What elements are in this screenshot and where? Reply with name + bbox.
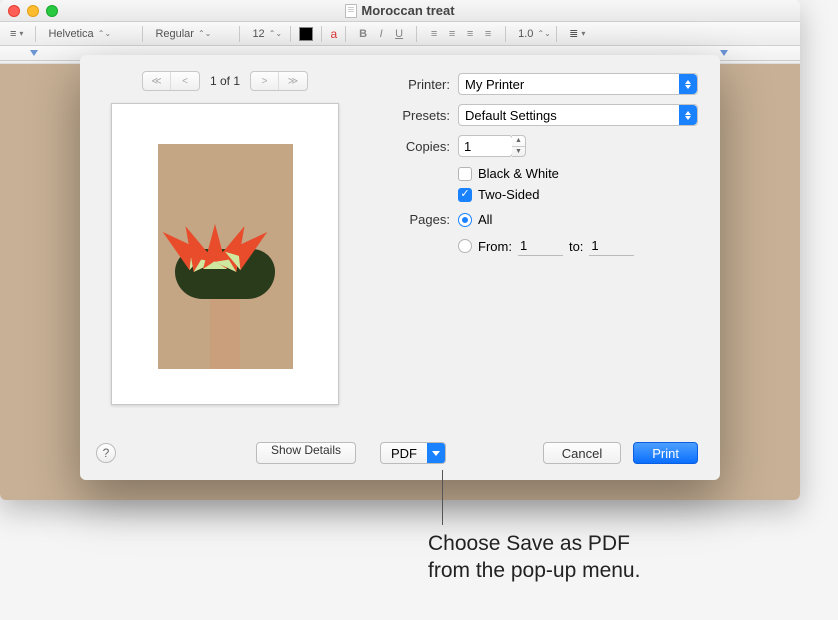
italic-button[interactable]: I: [372, 26, 390, 42]
dialog-options-pane: Printer: My Printer Presets: Default Set…: [370, 55, 720, 480]
pages-all-label: All: [478, 212, 492, 227]
pages-from-input[interactable]: [518, 236, 563, 256]
font-style-select[interactable]: Regular⌃⌄: [151, 25, 231, 43]
first-page-button[interactable]: ≪: [143, 72, 171, 90]
print-dialog: ≪ < 1 of 1 > ≫ ? Show Details: [80, 55, 720, 480]
window-title: Moroccan treat: [0, 3, 800, 18]
next-page-button[interactable]: >: [251, 72, 279, 90]
cancel-button[interactable]: Cancel: [543, 442, 621, 464]
page-counter: 1 of 1: [210, 74, 240, 88]
black-white-label: Black & White: [478, 166, 559, 181]
pdf-popup-button[interactable]: PDF: [380, 442, 446, 464]
paragraph-style-select[interactable]: ≡ ▾: [6, 28, 27, 40]
tab-stop-icon[interactable]: [30, 50, 38, 56]
bold-button[interactable]: B: [354, 26, 372, 42]
font-family-select[interactable]: Helvetica⌃⌄: [44, 25, 134, 43]
pages-range-radio[interactable]: [458, 239, 472, 253]
presets-select[interactable]: Default Settings: [458, 104, 698, 126]
title-bar: Moroccan treat: [0, 0, 800, 22]
format-toolbar: ≡ ▾ Helvetica⌃⌄ Regular⌃⌄ 12⌃⌄ a B I U ≡…: [0, 22, 800, 46]
align-center-button[interactable]: ≡: [443, 26, 461, 42]
line-spacing-select[interactable]: 1.0⌃⌄: [514, 25, 548, 43]
copies-stepper[interactable]: ▲▼: [512, 135, 526, 157]
list-style-select[interactable]: ≣ ▾: [565, 27, 589, 40]
align-justify-button[interactable]: ≡: [479, 26, 497, 42]
page-thumbnail: [111, 103, 339, 405]
chevron-updown-icon: [679, 74, 697, 94]
printer-label: Printer:: [380, 77, 450, 92]
printer-select[interactable]: My Printer: [458, 73, 698, 95]
last-page-button[interactable]: ≫: [279, 72, 307, 90]
document-icon: [345, 4, 357, 18]
document-preview-image: [158, 144, 293, 369]
pages-to-input[interactable]: [589, 236, 634, 256]
align-left-button[interactable]: ≡: [425, 26, 443, 42]
show-details-button[interactable]: Show Details: [256, 442, 356, 464]
two-sided-checkbox[interactable]: [458, 188, 472, 202]
callout-leader-line: [442, 470, 443, 525]
page-navigation: ≪ < 1 of 1 > ≫: [142, 71, 308, 91]
pages-to-label: to:: [569, 239, 583, 254]
chevron-updown-icon: [679, 105, 697, 125]
help-button[interactable]: ?: [96, 443, 116, 463]
align-right-button[interactable]: ≡: [461, 26, 479, 42]
pages-all-radio[interactable]: [458, 213, 472, 227]
window-title-text: Moroccan treat: [361, 3, 454, 18]
text-color-icon[interactable]: a: [330, 27, 337, 41]
pages-from-label: From:: [478, 239, 512, 254]
presets-label: Presets:: [380, 108, 450, 123]
chevron-down-icon: [427, 443, 445, 463]
two-sided-label: Two-Sided: [478, 187, 539, 202]
font-size-select[interactable]: 12⌃⌄: [248, 25, 282, 43]
callout-text: Choose Save as PDF from the pop-up menu.: [428, 530, 640, 585]
prev-page-button[interactable]: <: [171, 72, 199, 90]
underline-button[interactable]: U: [390, 26, 408, 42]
tab-stop-icon[interactable]: [720, 50, 728, 56]
black-white-checkbox[interactable]: [458, 167, 472, 181]
dialog-preview-pane: ≪ < 1 of 1 > ≫: [80, 55, 370, 480]
pages-label: Pages:: [380, 212, 450, 227]
print-button[interactable]: Print: [633, 442, 698, 464]
text-color-swatch[interactable]: [299, 27, 313, 41]
copies-label: Copies:: [380, 139, 450, 154]
copies-input[interactable]: [458, 135, 513, 157]
